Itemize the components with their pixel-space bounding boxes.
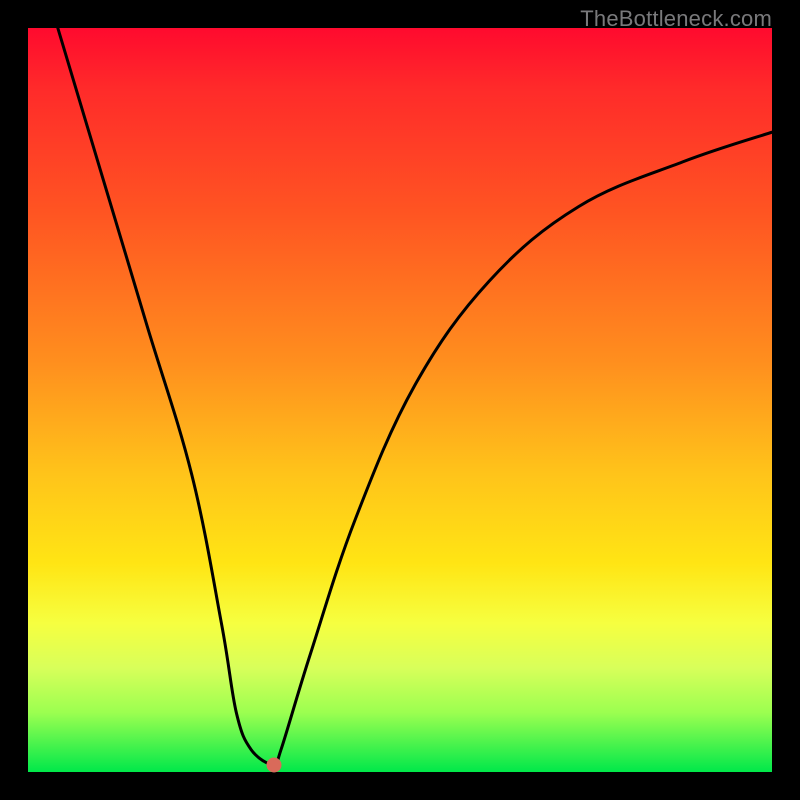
optimal-point-marker: [266, 757, 281, 772]
plot-area: [28, 28, 772, 772]
chart-frame: TheBottleneck.com: [0, 0, 800, 800]
bottleneck-curve: [28, 28, 772, 772]
watermark-text: TheBottleneck.com: [580, 6, 772, 32]
